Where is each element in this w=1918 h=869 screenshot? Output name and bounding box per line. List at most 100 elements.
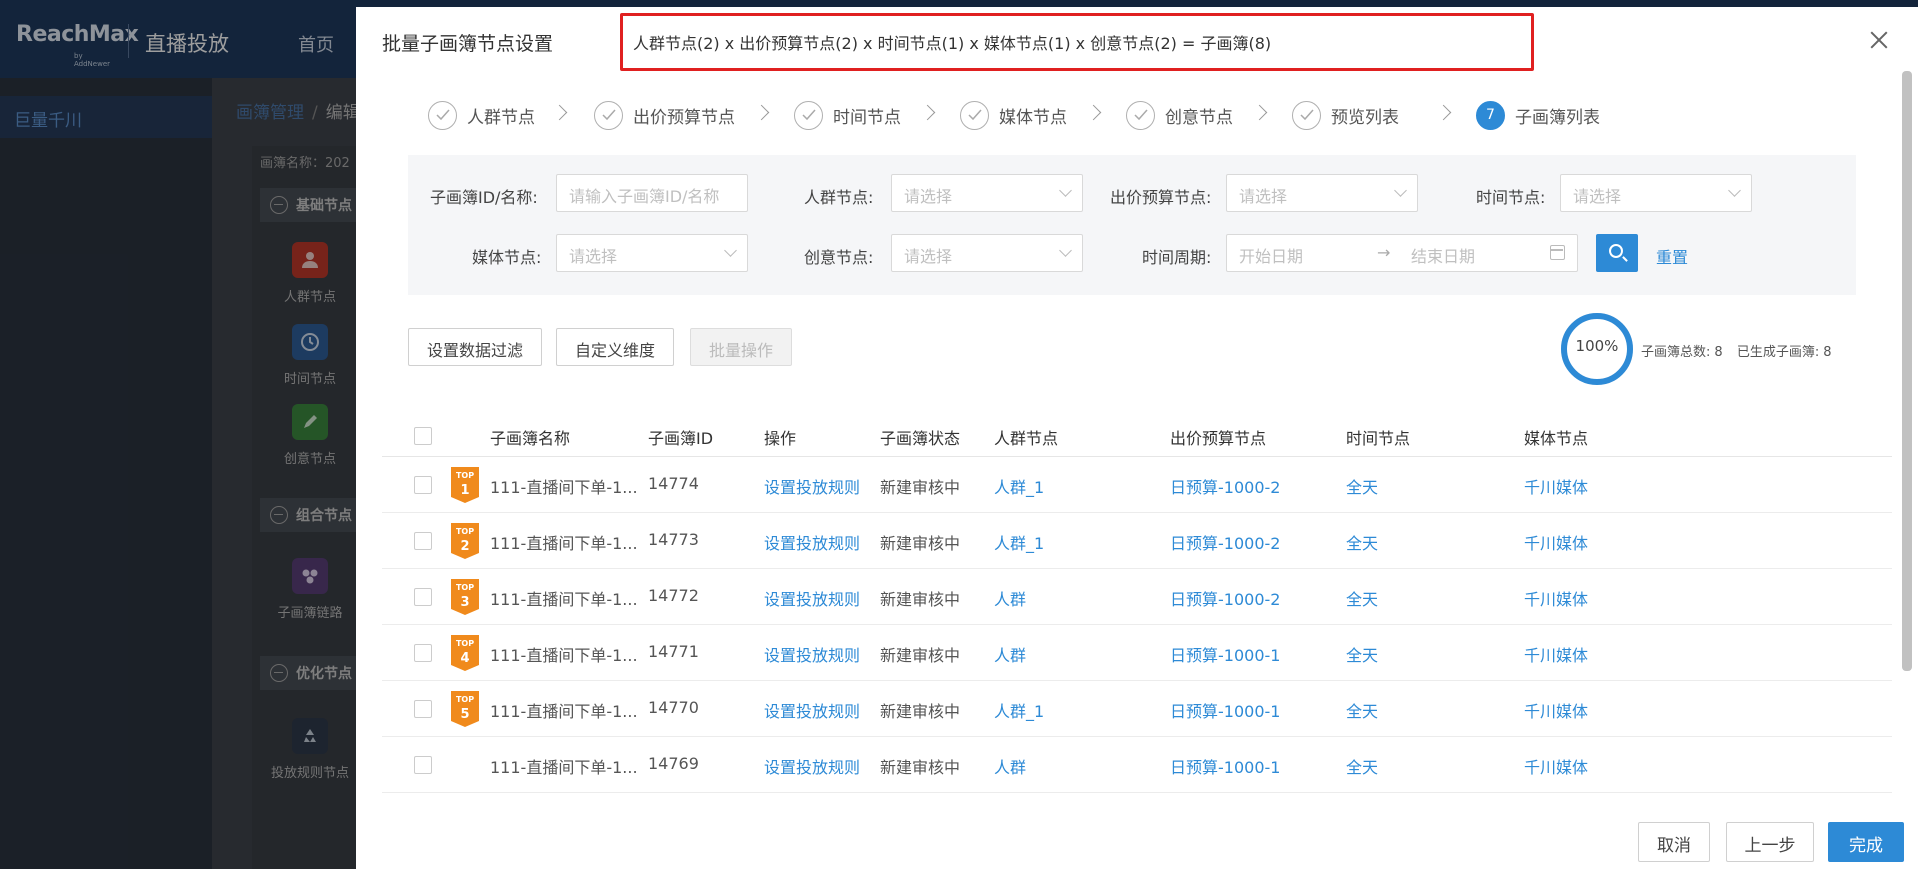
row-status: 新建审核中 (880, 534, 961, 553)
row-bid-node[interactable]: 日预算-1000-1 (1170, 642, 1280, 666)
select-all-checkbox[interactable] (414, 427, 432, 445)
column-header[interactable]: 出价预算节点 (1170, 425, 1266, 449)
row-media-node[interactable]: 千川媒体 (1524, 642, 1588, 666)
date-range-picker[interactable]: 开始日期 → 结束日期 (1226, 234, 1578, 272)
row-media-node[interactable]: 千川媒体 (1524, 474, 1588, 498)
row-time-node[interactable]: 全天 (1346, 698, 1378, 722)
column-header[interactable]: 人群节点 (994, 425, 1058, 449)
step-crowd[interactable]: 人群节点 (428, 99, 535, 131)
custom-dimension-button[interactable]: 自定义维度 (556, 328, 675, 366)
row-bid-node[interactable]: 日预算-1000-2 (1170, 474, 1280, 498)
select-placeholder: 请选择 (569, 247, 618, 266)
table-row[interactable]: TOP 3 111-直播间下单-1... 14772 设置投放规则 新建审核中 人群 日预算-… (382, 569, 1892, 625)
row-checkbox[interactable] (414, 588, 432, 606)
row-checkbox[interactable] (414, 644, 432, 662)
finish-button[interactable]: 完成 (1828, 822, 1904, 862)
vertical-scrollbar[interactable] (1902, 71, 1912, 671)
row-bid-node[interactable]: 日预算-1000-2 (1170, 530, 1280, 554)
row-id: 14773 (648, 530, 699, 549)
reset-link[interactable]: 重置 (1656, 244, 1688, 268)
id-name-search-input[interactable]: 请输入子画簿ID/名称 (556, 174, 748, 212)
table-row[interactable]: TOP 2 111-直播间下单-1... 14773 设置投放规则 新建审核中 人群_1 日预… (382, 513, 1892, 569)
creative-select[interactable]: 请选择 (891, 234, 1083, 272)
row-crowd-node[interactable]: 人群 (994, 754, 1026, 778)
column-header[interactable]: 子画簿状态 (880, 425, 960, 449)
generation-stats: 子画簿总数: 8 已生成子画簿: 8 (1641, 341, 1835, 360)
filter-panel: 子画簿ID/名称: 请输入子画簿ID/名称 人群节点: 请选择 出价预算节点: … (408, 155, 1856, 295)
table-row[interactable]: TOP 1 111-直播间下单-1... 14774 设置投放规则 新建审核中 人群_1 日预… (382, 457, 1892, 513)
check-icon (1292, 100, 1321, 130)
set-delivery-rule-link[interactable]: 设置投放规则 (764, 642, 860, 666)
set-delivery-rule-link[interactable]: 设置投放规则 (764, 754, 860, 778)
close-icon[interactable] (1866, 27, 1892, 53)
column-header[interactable]: 子画簿ID (648, 425, 713, 449)
chevron-down-icon (724, 244, 737, 257)
row-status: 新建审核中 (880, 702, 961, 721)
set-delivery-rule-link[interactable]: 设置投放规则 (764, 698, 860, 722)
row-status: 新建审核中 (880, 646, 961, 665)
row-bid-node[interactable]: 日预算-1000-2 (1170, 586, 1280, 610)
row-crowd-node[interactable]: 人群_1 (994, 530, 1044, 554)
row-time-node[interactable]: 全天 (1346, 530, 1378, 554)
filter-label: 人群节点: (804, 188, 874, 207)
search-button[interactable] (1596, 234, 1638, 272)
step-preview-list[interactable]: 预览列表 (1292, 99, 1399, 131)
row-checkbox[interactable] (414, 700, 432, 718)
row-checkbox[interactable] (414, 532, 432, 550)
row-crowd-node[interactable]: 人群 (994, 642, 1026, 666)
batch-node-settings-modal: 批量子画簿节点设置 人群节点(2) x 出价预算节点(2) x 时间节点(1) … (356, 7, 1918, 869)
previous-step-button[interactable]: 上一步 (1726, 822, 1814, 862)
set-data-filter-button[interactable]: 设置数据过滤 (408, 328, 543, 366)
time-select[interactable]: 请选择 (1560, 174, 1752, 212)
crowd-select[interactable]: 请选择 (891, 174, 1083, 212)
svg-text:TOP: TOP (456, 527, 474, 536)
row-bid-node[interactable]: 日预算-1000-1 (1170, 754, 1280, 778)
formula-highlight: 人群节点(2) x 出价预算节点(2) x 时间节点(1) x 媒体节点(1) … (620, 13, 1534, 71)
row-media-node[interactable]: 千川媒体 (1524, 698, 1588, 722)
row-time-node[interactable]: 全天 (1346, 586, 1378, 610)
step-media[interactable]: 媒体节点 (960, 99, 1067, 131)
column-header: 操作 (764, 429, 797, 448)
select-placeholder: 请选择 (904, 187, 953, 206)
filter-label: 创意节点: (804, 248, 874, 267)
row-media-node[interactable]: 千川媒体 (1524, 586, 1588, 610)
row-checkbox[interactable] (414, 756, 432, 774)
step-label: 媒体节点 (999, 107, 1067, 128)
row-time-node[interactable]: 全天 (1346, 642, 1378, 666)
step-indicator: 人群节点 出价预算节点 时间节点 媒体节点 创意节点 预览列表 7 子画簿列表 (428, 99, 1628, 139)
row-crowd-node[interactable]: 人群_1 (994, 474, 1044, 498)
step-creative[interactable]: 创意节点 (1126, 99, 1233, 131)
column-header[interactable]: 子画簿名称 (490, 425, 570, 449)
row-crowd-node[interactable]: 人群 (994, 586, 1026, 610)
row-media-node[interactable]: 千川媒体 (1524, 530, 1588, 554)
row-time-node[interactable]: 全天 (1346, 474, 1378, 498)
generation-progress-ring: 100% (1560, 312, 1634, 386)
svg-text:TOP: TOP (456, 639, 474, 648)
table-row[interactable]: 111-直播间下单-1... 14769 设置投放规则 新建审核中 人群 日预算-1000… (382, 737, 1892, 793)
svg-text:3: 3 (460, 595, 469, 610)
step-sub-canvas-list[interactable]: 7 子画簿列表 (1476, 99, 1600, 131)
set-delivery-rule-link[interactable]: 设置投放规则 (764, 474, 860, 498)
top-rank-badge-icon: TOP 3 (450, 578, 480, 616)
row-bid-node[interactable]: 日预算-1000-1 (1170, 698, 1280, 722)
bid-budget-select[interactable]: 请选择 (1226, 174, 1418, 212)
step-label: 预览列表 (1331, 107, 1399, 128)
svg-text:TOP: TOP (456, 471, 474, 480)
table-row[interactable]: TOP 5 111-直播间下单-1... 14770 设置投放规则 新建审核中 人群_1 日预… (382, 681, 1892, 737)
batch-operation-button[interactable]: 批量操作 (690, 328, 793, 366)
step-bid-budget[interactable]: 出价预算节点 (594, 99, 735, 131)
set-delivery-rule-link[interactable]: 设置投放规则 (764, 530, 860, 554)
row-time-node[interactable]: 全天 (1346, 754, 1378, 778)
table-row[interactable]: TOP 4 111-直播间下单-1... 14771 设置投放规则 新建审核中 人群 日预算-… (382, 625, 1892, 681)
select-placeholder: 请选择 (904, 247, 953, 266)
set-delivery-rule-link[interactable]: 设置投放规则 (764, 586, 860, 610)
row-crowd-node[interactable]: 人群_1 (994, 698, 1044, 722)
media-select[interactable]: 请选择 (556, 234, 748, 272)
step-time[interactable]: 时间节点 (794, 99, 901, 131)
row-media-node[interactable]: 千川媒体 (1524, 754, 1588, 778)
column-header[interactable]: 时间节点 (1346, 425, 1410, 449)
row-checkbox[interactable] (414, 476, 432, 494)
chevron-right-icon (1251, 104, 1268, 121)
column-header[interactable]: 媒体节点 (1524, 425, 1588, 449)
cancel-button[interactable]: 取消 (1638, 822, 1710, 862)
